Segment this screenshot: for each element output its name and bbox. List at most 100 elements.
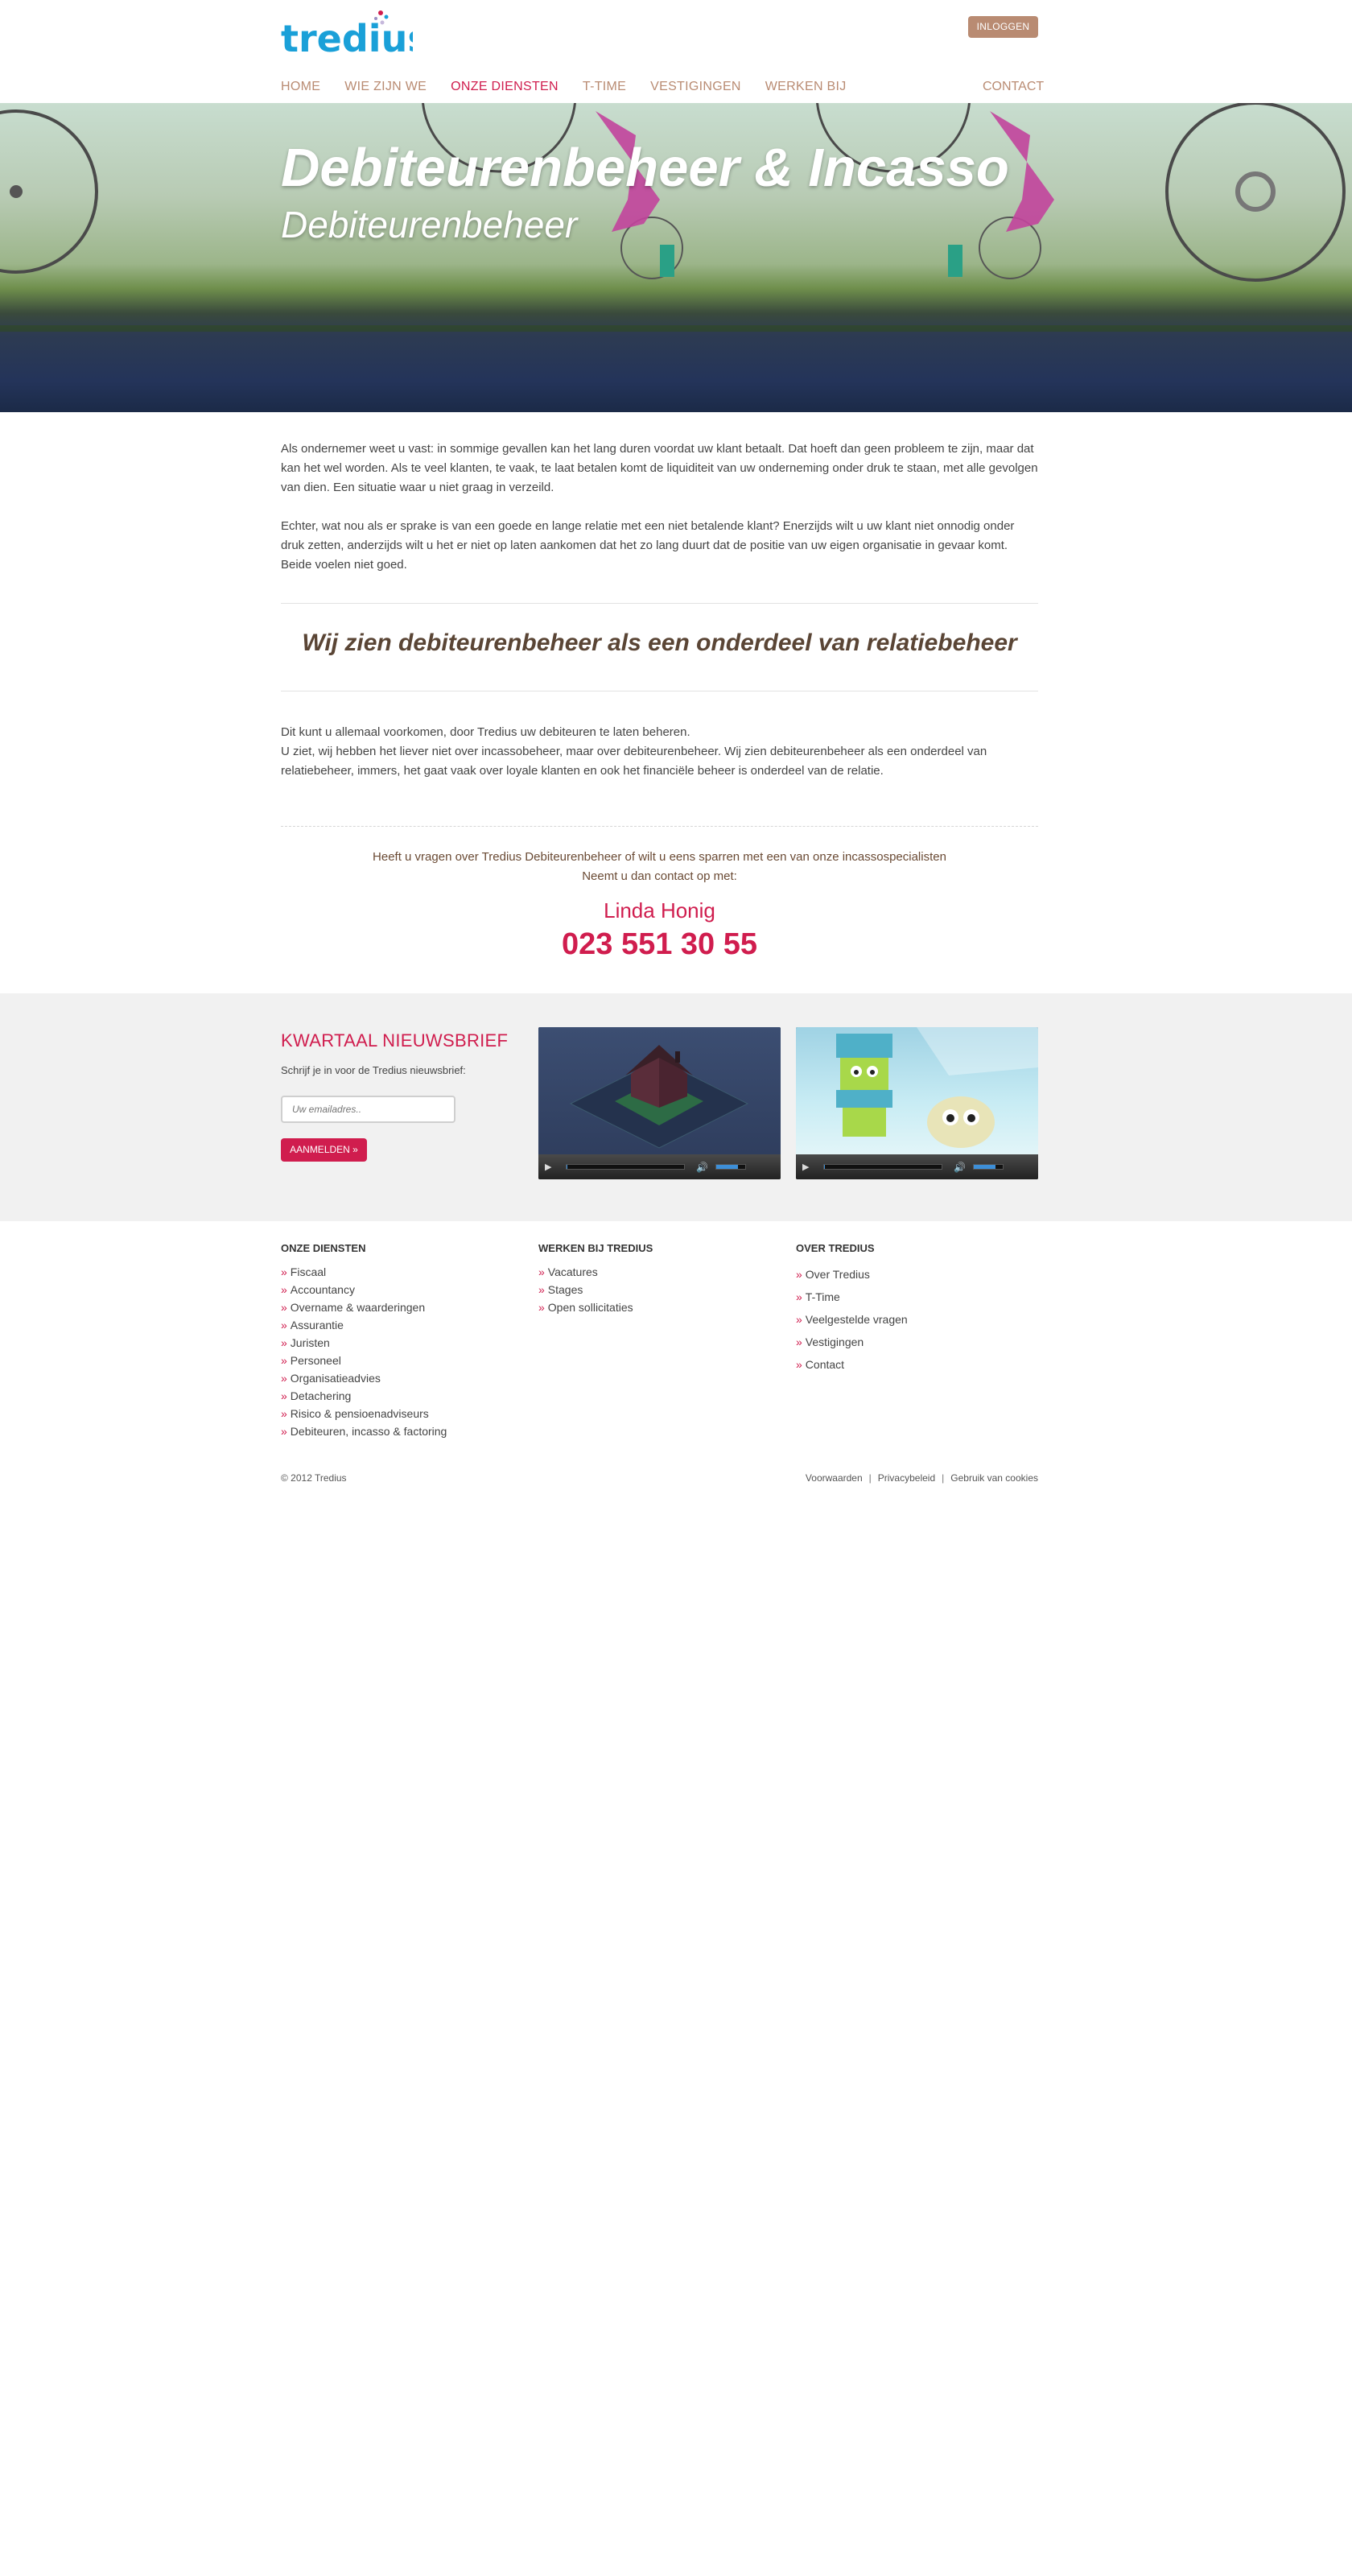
nav-werken-bij[interactable]: WERKEN BIJ: [765, 77, 847, 97]
newsletter-title: KWARTAAL NIEUWSBRIEF: [281, 1030, 509, 1051]
footer-link-label: Debiteuren, incasso & factoring: [290, 1425, 447, 1438]
footer-column-title: ONZE DIENSTEN: [281, 1242, 366, 1254]
pull-quote: Wij zien debiteurenbeheer als een onderd…: [302, 630, 1017, 656]
footer-link[interactable]: » Fiscaal: [281, 1263, 522, 1281]
footer-link[interactable]: » Organisatieadvies: [281, 1369, 522, 1387]
link-arrow-icon: »: [796, 1313, 802, 1326]
footer-link[interactable]: » Veelgestelde vragen: [796, 1308, 1037, 1331]
link-arrow-icon: »: [281, 1354, 287, 1367]
link-arrow-icon: »: [281, 1372, 287, 1385]
legal-link-cookies[interactable]: Gebruik van cookies: [950, 1472, 1038, 1484]
footer-link-label: Accountancy: [290, 1283, 355, 1296]
footer-link-label: Personeel: [290, 1354, 341, 1367]
link-arrow-icon: »: [281, 1425, 287, 1438]
volume-fill: [716, 1165, 738, 1169]
footer-link[interactable]: » Overname & waarderingen: [281, 1298, 522, 1316]
footer-link[interactable]: » Stages: [538, 1281, 780, 1298]
link-arrow-icon: »: [796, 1335, 802, 1348]
nav-home[interactable]: HOME: [281, 77, 320, 97]
login-button[interactable]: INLOGGEN: [968, 16, 1038, 38]
footer-link[interactable]: » Detachering: [281, 1387, 522, 1405]
volume-icon[interactable]: 🔊: [954, 1161, 968, 1174]
footer-link-label: Overname & waarderingen: [290, 1301, 426, 1314]
newsletter-video-band: KWARTAAL NIEUWSBRIEF Schrijf je in voor …: [0, 993, 1352, 1221]
link-arrow-icon: »: [538, 1265, 545, 1278]
dashed-divider: [281, 826, 1038, 827]
tredius-logo[interactable]: tredius: [281, 8, 413, 58]
link-arrow-icon: »: [538, 1283, 545, 1296]
footer-link[interactable]: » Accountancy: [281, 1281, 522, 1298]
play-icon[interactable]: ▶: [545, 1162, 556, 1173]
play-icon[interactable]: ▶: [802, 1162, 814, 1173]
main-nav: HOME WIE ZIJN WE ONZE DIENSTEN T-TIME VE…: [281, 77, 871, 97]
link-arrow-icon: »: [281, 1389, 287, 1402]
third-paragraph-line: Dit kunt u allemaal voorkomen, door Tred…: [281, 725, 690, 739]
footer-column-werken: WERKEN BIJ TREDIUS » Vacatures» Stages» Ope…: [538, 1242, 780, 1316]
intro-paragraph: Als ondernemer weet u vast: in sommige g…: [281, 442, 1038, 494]
hero-title: Debiteurenbeheer & Incasso: [281, 138, 1009, 198]
link-arrow-icon: »: [281, 1319, 287, 1331]
copyright: © 2012 Tredius: [281, 1472, 347, 1484]
video-thumbnail-house[interactable]: [538, 1027, 781, 1154]
footer-link[interactable]: » Vestigingen: [796, 1331, 1037, 1353]
nav-contact[interactable]: CONTACT: [983, 77, 1044, 97]
svg-text:tredius: tredius: [281, 17, 413, 58]
link-arrow-icon: »: [796, 1358, 802, 1371]
footer-link[interactable]: » Juristen: [281, 1334, 522, 1352]
site-footer: ONZE DIENSTEN » Fiscaal» Accountancy» Overn…: [0, 1221, 1352, 1543]
footer-link-label: Juristen: [290, 1336, 330, 1349]
newsletter-email-input[interactable]: [281, 1096, 455, 1123]
volume-slider[interactable]: [715, 1164, 746, 1170]
footer-link-label: Stages: [547, 1283, 583, 1296]
video-progress-bar[interactable]: [566, 1164, 685, 1170]
second-paragraph: Echter, wat nou als er sprake is van een…: [281, 519, 1015, 572]
contact-phone-number[interactable]: 023 551 30 55: [281, 927, 1038, 962]
hero-banner: Debiteurenbeheer & Incasso Debiteurenbeh…: [0, 103, 1352, 412]
footer-link[interactable]: » T-Time: [796, 1286, 1037, 1308]
video-controls: ▶ 🔊: [538, 1154, 781, 1179]
footer-link-label: Veelgestelde vragen: [805, 1313, 908, 1326]
volume-fill: [974, 1165, 995, 1169]
video-thumbnail-characters[interactable]: [796, 1027, 1038, 1154]
link-arrow-icon: »: [281, 1283, 287, 1296]
contact-person-name: Linda Honig: [604, 898, 715, 923]
footer-link-label: Organisatieadvies: [290, 1372, 381, 1385]
video-progress-bar[interactable]: [823, 1164, 942, 1170]
footer-column-title: OVER TREDIUS: [796, 1242, 875, 1254]
footer-link[interactable]: » Personeel: [281, 1352, 522, 1369]
footer-column-title: WERKEN BIJ TREDIUS: [538, 1242, 653, 1254]
progress-fill: [824, 1165, 826, 1169]
footer-link-label: Detachering: [290, 1389, 352, 1402]
footer-link[interactable]: » Risico & pensioenadviseurs: [281, 1405, 522, 1422]
contact-question: Heeft u vragen over Tredius Debiteurenbe…: [281, 848, 1038, 886]
divider: [281, 603, 1038, 604]
footer-link[interactable]: » Vacatures: [538, 1263, 780, 1281]
footer-link[interactable]: » Debiteuren, incasso & factoring: [281, 1422, 522, 1440]
footer-link-label: T-Time: [805, 1290, 840, 1303]
footer-link-label: Risico & pensioenadviseurs: [290, 1407, 429, 1420]
footer-link[interactable]: » Over Tredius: [796, 1263, 1037, 1286]
legal-link-voorwaarden[interactable]: Voorwaarden: [806, 1472, 863, 1484]
volume-icon[interactable]: 🔊: [696, 1161, 711, 1174]
video-player[interactable]: ▶ 🔊: [538, 1027, 781, 1179]
link-arrow-icon: »: [281, 1301, 287, 1314]
nav-wie-zijn-we[interactable]: WIE ZIJN WE: [344, 77, 427, 97]
nav-onze-diensten[interactable]: ONZE DIENSTEN: [451, 77, 559, 97]
contact-question-line: Heeft u vragen over Tredius Debiteurenbe…: [373, 850, 946, 864]
newsletter-subscribe-button[interactable]: AANMELDEN »: [281, 1138, 367, 1162]
footer-link-label: Open sollicitaties: [547, 1301, 633, 1314]
footer-link-label: Vacatures: [547, 1265, 598, 1278]
footer-link[interactable]: » Contact: [796, 1353, 1037, 1376]
nav-t-time[interactable]: T-TIME: [583, 77, 626, 97]
site-header: tredius INLOGGEN HOME WIE ZIJN WE ONZE D…: [0, 0, 1352, 103]
nav-vestigingen[interactable]: VESTIGINGEN: [650, 77, 741, 97]
video-player[interactable]: ▶ 🔊: [796, 1027, 1038, 1179]
volume-slider[interactable]: [973, 1164, 1004, 1170]
footer-link-label: Fiscaal: [290, 1265, 327, 1278]
footer-link[interactable]: » Open sollicitaties: [538, 1298, 780, 1316]
link-arrow-icon: »: [281, 1336, 287, 1349]
footer-link-label: Over Tredius: [805, 1268, 870, 1281]
link-arrow-icon: »: [796, 1290, 802, 1303]
legal-link-privacy[interactable]: Privacybeleid: [878, 1472, 935, 1484]
footer-link[interactable]: » Assurantie: [281, 1316, 522, 1334]
